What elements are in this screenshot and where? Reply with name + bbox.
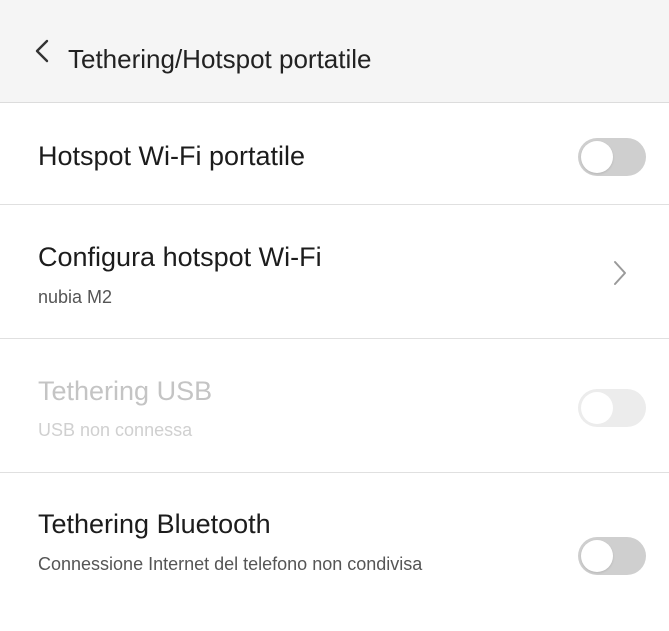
setting-row-usb-tethering: Tethering USB USB non connessa bbox=[0, 339, 669, 472]
bluetooth-status-text: Connessione Internet del telefono non co… bbox=[38, 554, 423, 574]
usb-tethering-label: Tethering USB bbox=[38, 376, 213, 406]
hotspot-name-value: nubia M2 bbox=[38, 287, 113, 307]
setting-row-wifi-hotspot[interactable]: Hotspot Wi-Fi portatile bbox=[0, 104, 669, 204]
configure-hotspot-label: Configura hotspot Wi-Fi bbox=[38, 242, 322, 272]
chevron-right-icon bbox=[614, 261, 626, 285]
setting-row-configure-hotspot[interactable]: Configura hotspot Wi-Fi nubia M2 bbox=[0, 205, 669, 338]
wifi-hotspot-label: Hotspot Wi-Fi portatile bbox=[38, 141, 306, 171]
page-title: Tethering/Hotspot portatile bbox=[68, 44, 372, 74]
wifi-hotspot-toggle[interactable] bbox=[578, 138, 646, 176]
toggle-knob bbox=[581, 540, 613, 572]
usb-tethering-toggle bbox=[578, 389, 646, 427]
bluetooth-tethering-label: Tethering Bluetooth bbox=[38, 509, 271, 539]
toggle-knob bbox=[581, 141, 613, 173]
tethering-settings-screen: Tethering/Hotspot portatile Hotspot Wi-F… bbox=[0, 0, 669, 631]
toggle-knob bbox=[581, 392, 613, 424]
app-header: Tethering/Hotspot portatile bbox=[0, 0, 669, 103]
usb-status-text: USB non connessa bbox=[38, 420, 193, 440]
bluetooth-tethering-toggle[interactable] bbox=[578, 537, 646, 575]
back-button[interactable] bbox=[30, 36, 54, 66]
chevron-left-icon bbox=[35, 39, 49, 63]
setting-row-bluetooth-tethering[interactable]: Tethering Bluetooth Connessione Internet… bbox=[0, 473, 669, 631]
